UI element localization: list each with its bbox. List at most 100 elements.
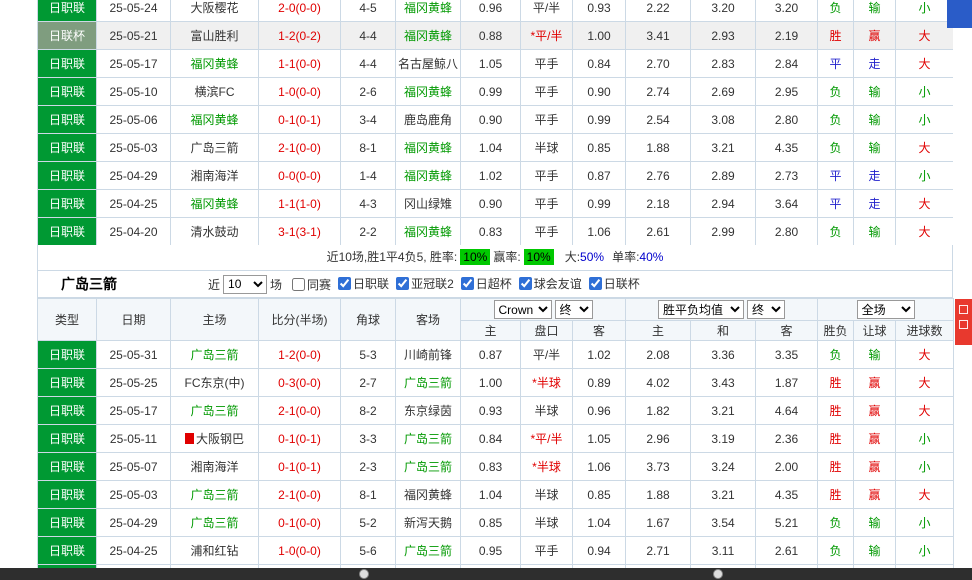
score-link[interactable]: 0-1(0-0) (259, 509, 341, 537)
league-badge[interactable]: 日职联 (38, 0, 97, 22)
away-team-link[interactable]: 东京绿茵 (404, 404, 452, 418)
floating-top-button[interactable] (947, 0, 972, 28)
ah-final-select[interactable]: 终 (555, 300, 593, 319)
side-tab-glyph-icon (959, 320, 968, 329)
floating-side-tab[interactable] (955, 299, 972, 345)
home-team-link[interactable]: 广岛三箭 (190, 141, 238, 155)
eu-draw-odds: 3.21 (691, 134, 756, 162)
away-team-link[interactable]: 广岛三箭 (404, 376, 452, 390)
home-team-link[interactable]: 浦和红钻 (190, 544, 238, 558)
league-badge[interactable]: 日职联 (38, 218, 97, 246)
league-badge[interactable]: 日职联 (38, 425, 97, 453)
away-team-link[interactable]: 福冈黄蜂 (404, 29, 452, 43)
same-competition-checkbox[interactable] (292, 278, 305, 291)
date-cell: 25-04-20 (97, 218, 171, 246)
result-handicap: 赢 (854, 425, 896, 453)
home-team-cell: 福冈黄蜂 (171, 106, 259, 134)
league-badge[interactable]: 日职联 (38, 481, 97, 509)
league-filter-checkbox[interactable] (589, 277, 602, 290)
league-badge[interactable]: 日职联 (38, 369, 97, 397)
league-badge[interactable]: 日职联 (38, 341, 97, 369)
away-team-link[interactable]: 广岛三箭 (404, 432, 452, 446)
away-team-link[interactable]: 川崎前锋 (404, 348, 452, 362)
score-link[interactable]: 0-0(0-0) (259, 162, 341, 190)
league-badge[interactable]: 日联杯 (38, 22, 97, 50)
score-link[interactable]: 1-2(0-0) (259, 341, 341, 369)
score-link[interactable]: 3-1(3-1) (259, 218, 341, 246)
score-link[interactable]: 2-1(0-0) (259, 481, 341, 509)
score-link[interactable]: 0-1(0-1) (259, 106, 341, 134)
away-team-link[interactable]: 福冈黄蜂 (404, 488, 452, 502)
eu-home-odds: 2.74 (626, 78, 691, 106)
eu-away-odds: 5.21 (756, 509, 818, 537)
ah-away-odds: 0.85 (573, 134, 626, 162)
score-link[interactable]: 1-1(1-0) (259, 190, 341, 218)
away-team-link[interactable]: 新泻天鹅 (404, 516, 452, 530)
league-filter-checkbox[interactable] (461, 277, 474, 290)
home-team-link[interactable]: 广岛三箭 (190, 488, 238, 502)
league-filter-checkbox[interactable] (338, 277, 351, 290)
away-team-link[interactable]: 福冈黄蜂 (404, 225, 452, 239)
league-badge[interactable]: 日职联 (38, 397, 97, 425)
score-link[interactable]: 2-1(0-0) (259, 397, 341, 425)
away-team-link[interactable]: 福冈黄蜂 (404, 141, 452, 155)
league-badge[interactable]: 日职联 (38, 134, 97, 162)
score-link[interactable]: 0-1(0-1) (259, 425, 341, 453)
away-team-link[interactable]: 广岛三箭 (404, 544, 452, 558)
league-badge[interactable]: 日职联 (38, 190, 97, 218)
single-rate-value: 40% (639, 250, 663, 264)
score-link[interactable]: 1-2(0-2) (259, 22, 341, 50)
away-team-link[interactable]: 福冈黄蜂 (404, 1, 452, 15)
home-team-link[interactable]: 广岛三箭 (190, 516, 238, 530)
home-team-link[interactable]: 横滨FC (195, 85, 235, 99)
league-badge[interactable]: 日职联 (38, 78, 97, 106)
home-team-link[interactable]: 广岛三箭 (190, 404, 238, 418)
home-team-link[interactable]: 富山胜利 (190, 29, 238, 43)
home-team-link[interactable]: 福冈黄蜂 (190, 113, 238, 127)
score-link[interactable]: 0-3(0-0) (259, 369, 341, 397)
overlay-circle-icon[interactable] (713, 569, 723, 579)
euro-odds-source-select[interactable]: 胜平负均值 (658, 300, 744, 319)
league-badge[interactable]: 日职联 (38, 509, 97, 537)
home-team-link[interactable]: 清水鼓动 (190, 225, 238, 239)
score-link[interactable]: 1-0(0-0) (259, 78, 341, 106)
score-link[interactable]: 0-1(0-1) (259, 453, 341, 481)
away-team-link[interactable]: 广岛三箭 (404, 460, 452, 474)
home-team-link[interactable]: 大阪钢巴 (196, 432, 244, 446)
home-team-link[interactable]: 广岛三箭 (190, 348, 238, 362)
home-team-link[interactable]: FC东京(中) (185, 376, 245, 390)
league-badge[interactable]: 日职联 (38, 453, 97, 481)
home-team-link[interactable]: 福冈黄蜂 (190, 57, 238, 71)
score-link[interactable]: 2-0(0-0) (259, 0, 341, 22)
away-team-link[interactable]: 鹿岛鹿角 (404, 113, 452, 127)
eu-away-odds: 3.35 (756, 341, 818, 369)
away-team-link[interactable]: 名古屋鲸八 (398, 57, 458, 71)
eu-home-odds: 2.22 (626, 0, 691, 22)
overlay-circle-icon[interactable] (359, 569, 369, 579)
score-link[interactable]: 2-1(0-0) (259, 134, 341, 162)
home-team-link[interactable]: 湘南海洋 (190, 460, 238, 474)
result-goals: 大 (896, 341, 954, 369)
home-team-link[interactable]: 大阪樱花 (190, 1, 238, 15)
col-result-handicap: 让球 (854, 321, 896, 341)
col-eu-home: 主 (626, 321, 691, 341)
match-row: 日职联25-04-25福冈黄蜂1-1(1-0)4-3冈山绿雉0.90平手0.99… (38, 190, 954, 218)
bookmaker-select[interactable]: Crown (494, 300, 552, 319)
eu-final-select[interactable]: 终 (747, 300, 785, 319)
scope-select[interactable]: 全场 (857, 300, 915, 319)
league-filter-checkbox[interactable] (396, 277, 409, 290)
away-team-link[interactable]: 冈山绿雉 (404, 197, 452, 211)
away-team-link[interactable]: 福冈黄蜂 (404, 169, 452, 183)
league-badge[interactable]: 日职联 (38, 106, 97, 134)
recent-count-select[interactable]: 10 (223, 275, 267, 294)
away-team-link[interactable]: 福冈黄蜂 (404, 85, 452, 99)
league-filter-checkbox[interactable] (519, 277, 532, 290)
league-badge[interactable]: 日职联 (38, 50, 97, 78)
score-link[interactable]: 1-1(0-0) (259, 50, 341, 78)
ah-away-odds: 1.00 (573, 22, 626, 50)
home-team-link[interactable]: 湘南海洋 (190, 169, 238, 183)
league-badge[interactable]: 日职联 (38, 537, 97, 565)
league-badge[interactable]: 日职联 (38, 162, 97, 190)
score-link[interactable]: 1-0(0-0) (259, 537, 341, 565)
home-team-link[interactable]: 福冈黄蜂 (190, 197, 238, 211)
